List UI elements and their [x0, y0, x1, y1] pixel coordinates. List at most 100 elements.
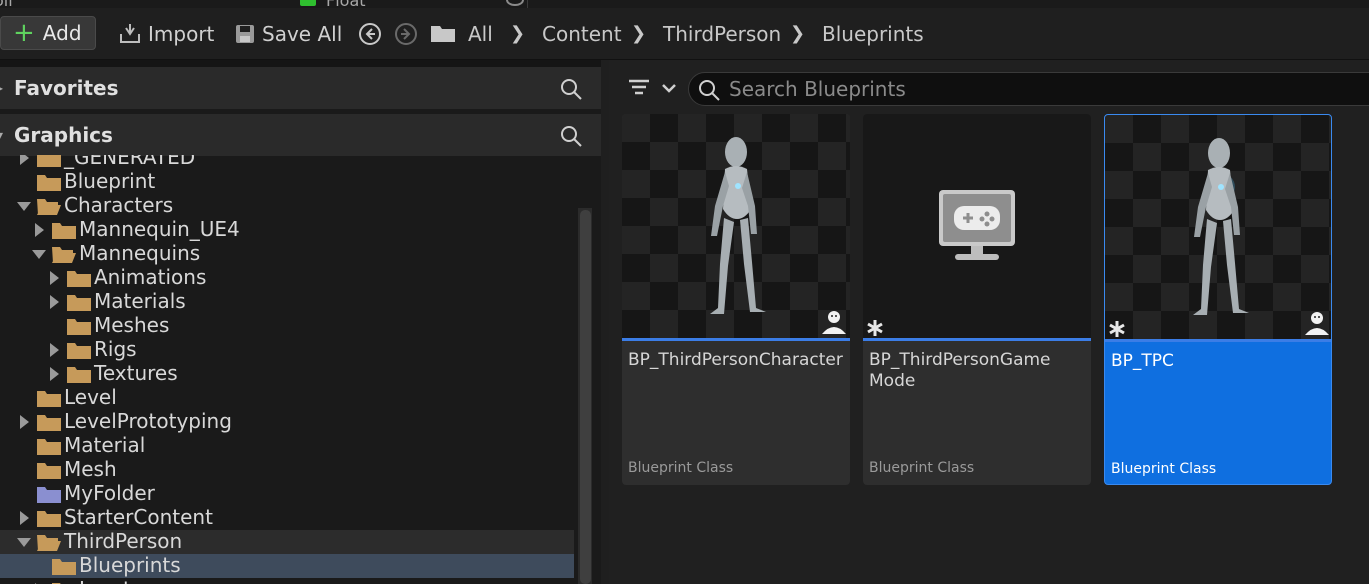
tree-row-label: LevelPrototyping [64, 409, 232, 433]
search-input[interactable] [729, 77, 1369, 101]
asset-thumbnail [863, 114, 1091, 340]
tree-row[interactable]: Mannequin_UE4 [0, 217, 574, 242]
tree-scrollbar-thumb[interactable] [580, 210, 591, 584]
tree-row-label: Blueprints [79, 553, 181, 577]
tree-row[interactable]: Meshes [0, 313, 574, 338]
tree-row[interactable]: MyFolder [0, 481, 574, 506]
tree-row[interactable]: Mannequins [0, 241, 574, 266]
history-forward-icon[interactable] [394, 22, 418, 46]
tree-row-label: Materials [94, 289, 186, 313]
tree-row-label: Characters [64, 193, 174, 217]
folder-icon [37, 415, 61, 431]
expanded-arrow-icon[interactable] [17, 202, 31, 211]
breadcrumb-content[interactable]: Content [542, 20, 622, 48]
collapsed-arrow-icon[interactable] [50, 343, 59, 357]
tree-row[interactable]: Animations [0, 265, 574, 290]
breadcrumb-thirdperson[interactable]: ThirdPerson [663, 20, 781, 48]
asset-type-color-bar [863, 338, 1091, 341]
folder-icon [52, 223, 76, 239]
save-all-button[interactable]: Save All [234, 20, 342, 48]
breadcrumb-separator-icon[interactable]: ❯ [790, 20, 805, 48]
clipped-type-label: Float [326, 0, 366, 8]
search-icon[interactable] [559, 77, 583, 101]
asset-tile[interactable]: BP_ThirdPersonGame Mode Blueprint Class [863, 114, 1091, 485]
eye-icon[interactable] [506, 0, 524, 6]
expanded-arrow-icon[interactable] [17, 538, 31, 547]
breadcrumb-separator-icon[interactable]: ❯ [631, 20, 646, 48]
breadcrumb-blueprints[interactable]: Blueprints [822, 20, 924, 48]
tree-row[interactable]: Textures [0, 361, 574, 386]
tree-row[interactable]: Materials [0, 289, 574, 314]
collapsed-arrow-icon[interactable] [20, 415, 29, 429]
graphics-label: Graphics [14, 123, 113, 147]
save-icon [236, 25, 254, 43]
tree-row-label: Level [64, 385, 117, 409]
tree-row-label: Rigs [94, 337, 137, 361]
graphics-header[interactable]: ▾ Graphics [0, 114, 601, 156]
tree-row-label: Meshes [94, 313, 170, 337]
save-all-label: Save All [262, 22, 343, 46]
tree-row-label: Material [64, 433, 146, 457]
top-clipped-strip: oll Float [0, 0, 1369, 8]
folder-icon [37, 155, 61, 167]
tree-row[interactable]: Characters [0, 193, 574, 218]
collapsed-arrow-icon[interactable] [20, 511, 29, 525]
asset-type-color-bar [1105, 339, 1331, 342]
import-label: Import [148, 22, 215, 46]
favorites-header[interactable]: ▸ Favorites [0, 67, 601, 109]
folder-open-icon [52, 247, 76, 263]
collapse-down-icon: ▾ [0, 128, 4, 142]
asset-class-label: Blueprint Class [869, 460, 975, 476]
tree-row[interactable]: Level [0, 385, 574, 410]
collapsed-arrow-icon[interactable] [50, 271, 59, 285]
tree-row[interactable]: ThirdPerson [0, 529, 574, 554]
expanded-arrow-icon[interactable] [32, 250, 46, 259]
import-icon [120, 24, 140, 43]
asset-thumbnail [1105, 115, 1331, 341]
tree-row-label: _GENERATED [64, 155, 196, 169]
asset-tile[interactable]: BP_ThirdPersonCharacter Blueprint Class [622, 114, 850, 485]
folder-tree: _GENERATED Blueprint Characters Mannequin_U… [0, 155, 574, 584]
breadcrumb-separator-icon[interactable]: ❯ [510, 20, 525, 48]
tree-row[interactable]: Mesh [0, 457, 574, 482]
tree-row-label: StarterContent [64, 505, 213, 529]
folder-icon [37, 391, 61, 407]
tree-row[interactable]: StarterContent [0, 505, 574, 530]
search-box[interactable] [688, 72, 1369, 106]
folder-icon [52, 559, 76, 575]
tree-row[interactable]: LevelPrototyping [0, 409, 574, 434]
collapsed-arrow-icon[interactable] [50, 367, 59, 381]
filter-icon[interactable] [627, 76, 681, 102]
tree-row-label: Mesh [64, 457, 117, 481]
panel-splitter[interactable] [601, 60, 609, 584]
folder-icon [37, 511, 61, 527]
clipped-label: oll [0, 0, 13, 8]
float-type-pin-icon [300, 0, 316, 6]
breadcrumb-all[interactable]: All [468, 20, 493, 48]
asset-class-label: Blueprint Class [628, 460, 734, 476]
tree-row[interactable]: Rigs [0, 337, 574, 362]
tree-row[interactable]: Blueprints [0, 553, 574, 578]
content-browser-toolbar: + Add Import Save All All ❯ Content ❯ Th… [0, 8, 1369, 60]
folder-icon [37, 463, 61, 479]
tree-row-label: Animations [94, 265, 207, 289]
folder-icon [67, 367, 91, 383]
tree-row[interactable]: Blueprint [0, 169, 574, 194]
folder-icon [37, 439, 61, 455]
collapse-right-icon: ▸ [0, 81, 4, 95]
add-button[interactable]: + Add [0, 16, 96, 50]
tree-row[interactable]: Material [0, 433, 574, 458]
asset-type-color-bar [622, 338, 850, 341]
asset-name: BP_TPC [1111, 351, 1174, 371]
collapsed-arrow-icon[interactable] [20, 155, 29, 165]
collapsed-arrow-icon[interactable] [35, 223, 44, 237]
import-button[interactable]: Import [118, 20, 214, 48]
history-back-icon[interactable] [358, 22, 382, 46]
search-icon[interactable] [559, 124, 583, 148]
collapsed-arrow-icon[interactable] [50, 295, 59, 309]
asset-tile[interactable]: BP_TPC Blueprint Class [1104, 114, 1332, 485]
tree-row[interactable]: Input [0, 577, 574, 584]
folder-path-icon[interactable] [430, 23, 456, 43]
asset-class-label: Blueprint Class [1111, 461, 1217, 477]
tree-row[interactable]: _GENERATED [0, 155, 574, 170]
